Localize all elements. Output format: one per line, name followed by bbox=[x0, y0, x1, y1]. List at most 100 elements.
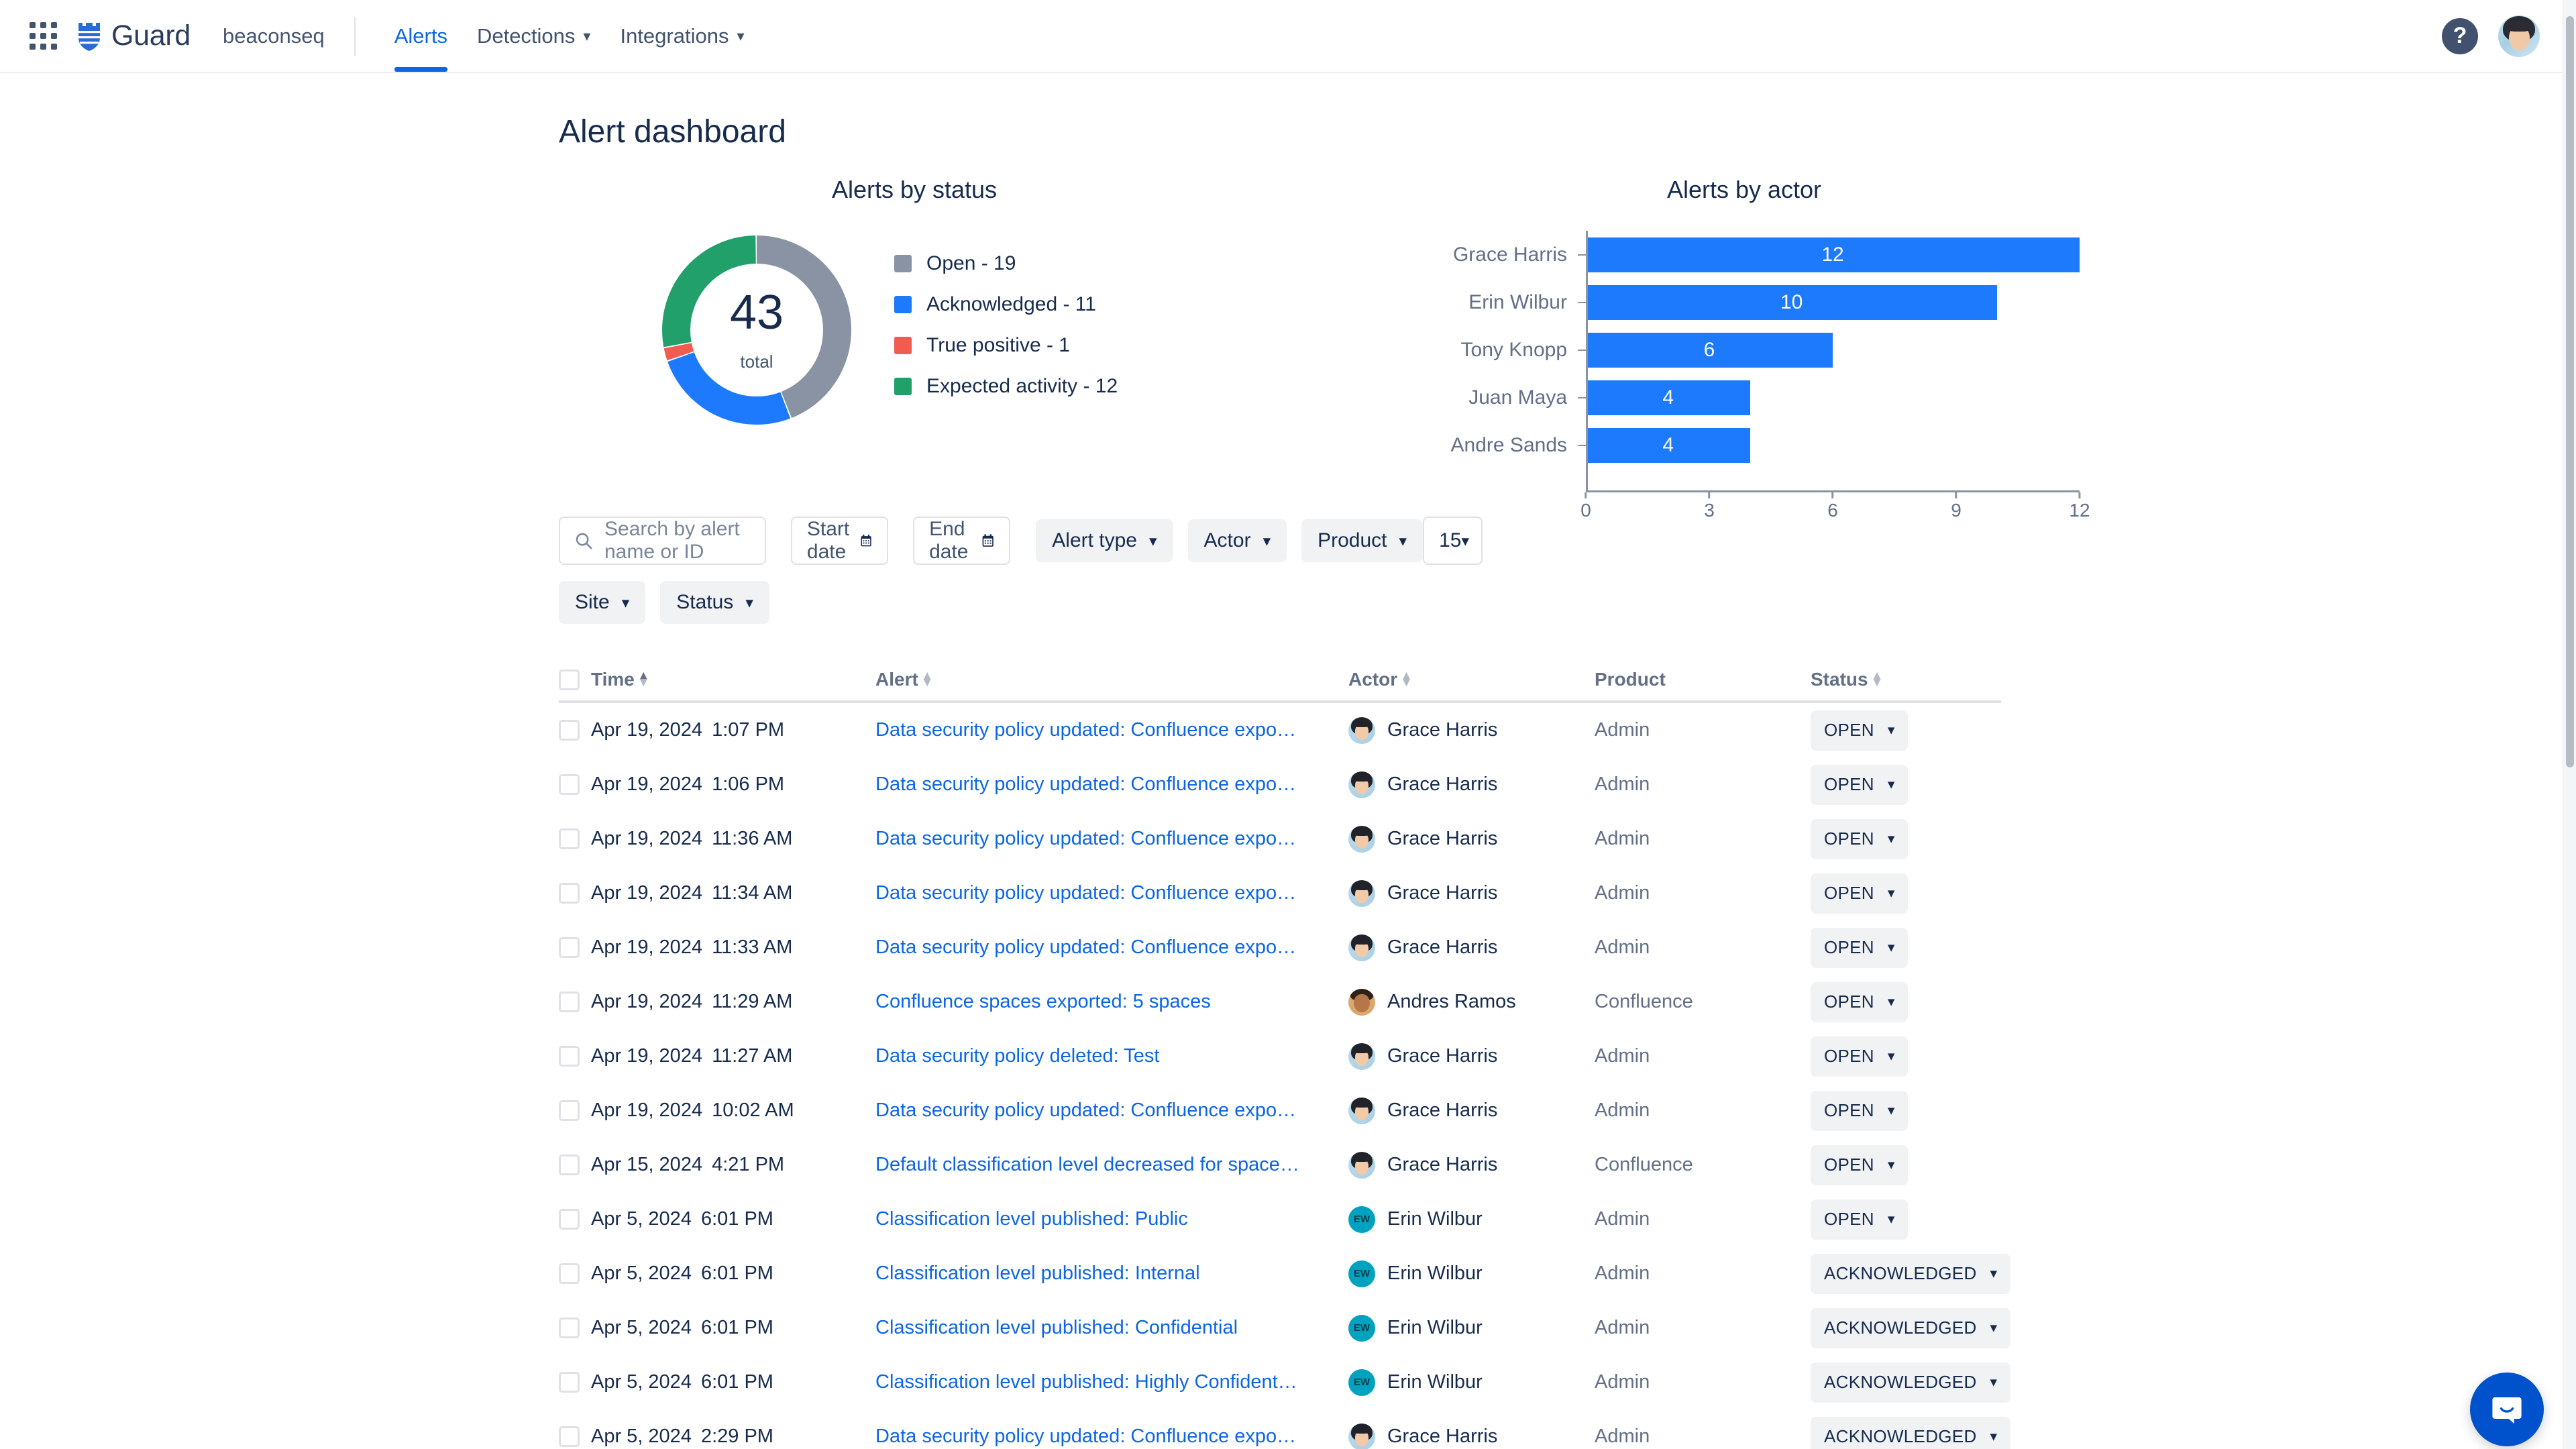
row-checkbox[interactable] bbox=[559, 991, 580, 1012]
start-date-placeholder: Start date bbox=[806, 518, 850, 563]
table-row[interactable]: Apr 5, 2024 6:01 PM Classification level p… bbox=[559, 1246, 2011, 1301]
status-badge[interactable]: OPEN ▾ bbox=[1811, 981, 1909, 1022]
alert-name-link[interactable]: Data security policy updated: Confluence… bbox=[875, 882, 1311, 904]
column-header-status[interactable]: Status ▲ ▼ bbox=[1811, 669, 2001, 690]
row-checkbox[interactable] bbox=[559, 720, 580, 741]
legend-item[interactable]: Open - 19 bbox=[894, 252, 1118, 275]
cell-alert: Data security policy updated: Confluence… bbox=[875, 719, 1348, 741]
cell-time: Apr 19, 2024 10:02 AM bbox=[591, 1099, 875, 1122]
status-badge[interactable]: OPEN ▾ bbox=[1811, 1090, 1909, 1131]
row-checkbox[interactable] bbox=[559, 1155, 580, 1175]
page-size-select[interactable]: 15 ▾ bbox=[1423, 517, 1483, 565]
row-checkbox[interactable] bbox=[559, 1100, 580, 1121]
cell-status: ACKNOWLEDGED ▾ bbox=[1811, 1362, 2011, 1403]
product-filter[interactable]: Product ▾ bbox=[1301, 519, 1424, 562]
table-row[interactable]: Apr 19, 2024 10:02 AM Data security policy… bbox=[559, 1083, 2001, 1138]
table-row[interactable]: Apr 19, 2024 1:07 PM Data security policy … bbox=[559, 703, 2001, 757]
row-checkbox[interactable] bbox=[559, 1318, 580, 1338]
actor-name: Erin Wilbur bbox=[1387, 1371, 1483, 1393]
alert-name-link[interactable]: Confluence spaces exported: 5 spaces bbox=[875, 991, 1311, 1013]
alert-name-link[interactable]: Classification level published: Confiden… bbox=[875, 1317, 1311, 1339]
alert-name-link[interactable]: Data security policy updated: Confluence… bbox=[875, 773, 1311, 796]
row-checkbox[interactable] bbox=[559, 828, 580, 849]
status-badge[interactable]: OPEN ▾ bbox=[1811, 1036, 1909, 1077]
start-date-input[interactable]: Start date bbox=[790, 517, 889, 565]
status-badge[interactable]: ACKNOWLEDGED ▾ bbox=[1811, 1416, 2011, 1449]
row-checkbox[interactable] bbox=[559, 937, 580, 958]
row-checkbox[interactable] bbox=[559, 1209, 580, 1230]
bar-fill[interactable]: 10 bbox=[1586, 284, 1998, 320]
status-badge[interactable]: ACKNOWLEDGED ▾ bbox=[1811, 1362, 2011, 1403]
select-all-checkbox[interactable] bbox=[559, 669, 580, 690]
table-row[interactable]: Apr 15, 2024 4:21 PM Default classificatio… bbox=[559, 1138, 2001, 1192]
status-badge[interactable]: OPEN ▾ bbox=[1811, 764, 1909, 805]
actor-filter[interactable]: Actor ▾ bbox=[1187, 519, 1287, 562]
table-row[interactable]: Apr 19, 2024 11:34 AM Data security policy… bbox=[559, 866, 2001, 920]
status-badge[interactable]: ACKNOWLEDGED ▾ bbox=[1811, 1307, 2011, 1348]
nav-item-integrations[interactable]: Integrations ▾ bbox=[605, 0, 759, 72]
site-filter[interactable]: Site ▾ bbox=[559, 581, 646, 624]
end-date-input[interactable]: End date bbox=[913, 517, 1011, 565]
table-row[interactable]: Apr 5, 2024 6:01 PM Classification level p… bbox=[559, 1355, 2011, 1409]
user-avatar[interactable] bbox=[2498, 15, 2540, 57]
row-checkbox[interactable] bbox=[559, 774, 580, 795]
alert-name-link[interactable]: Classification level published: Highly C… bbox=[875, 1371, 1311, 1393]
cell-alert: Default classification level decreased f… bbox=[875, 1154, 1348, 1176]
bar-fill[interactable]: 6 bbox=[1586, 332, 1833, 368]
status-badge[interactable]: OPEN ▾ bbox=[1811, 873, 1909, 914]
nav-item-alerts[interactable]: Alerts bbox=[380, 0, 462, 72]
legend-item[interactable]: True positive - 1 bbox=[894, 334, 1118, 357]
alert-name-link[interactable]: Data security policy updated: Confluence… bbox=[875, 828, 1311, 850]
brand-logo-link[interactable]: Guard bbox=[75, 19, 191, 52]
alert-name-link[interactable]: Classification level published: Public bbox=[875, 1208, 1311, 1230]
status-badge[interactable]: OPEN ▾ bbox=[1811, 1144, 1909, 1185]
alert-name-link[interactable]: Data security policy updated: Confluence… bbox=[875, 1426, 1311, 1448]
column-header-time[interactable]: Time ▲ ▼ bbox=[591, 669, 875, 690]
page-scrollbar-thumb[interactable] bbox=[2566, 16, 2574, 767]
chat-bubble-button[interactable] bbox=[2470, 1373, 2544, 1446]
status-badge[interactable]: ACKNOWLEDGED ▾ bbox=[1811, 1253, 2011, 1294]
search-input[interactable]: Search by alert name or ID bbox=[559, 517, 766, 565]
legend-item[interactable]: Expected activity - 12 bbox=[894, 375, 1118, 398]
row-checkbox[interactable] bbox=[559, 1426, 580, 1447]
table-row[interactable]: Apr 5, 2024 2:29 PM Data security policy u… bbox=[559, 1409, 2011, 1449]
bar-fill[interactable]: 12 bbox=[1586, 237, 2080, 272]
row-checkbox[interactable] bbox=[559, 1046, 580, 1067]
bar-fill[interactable]: 4 bbox=[1586, 427, 1751, 463]
table-row[interactable]: Apr 19, 2024 11:33 AM Data security policy… bbox=[559, 920, 2001, 975]
page-scrollbar[interactable] bbox=[2563, 0, 2576, 1449]
alert-name-link[interactable]: Data security policy updated: Confluence… bbox=[875, 719, 1311, 741]
site-name-link[interactable]: beaconseq bbox=[223, 24, 325, 48]
help-icon[interactable]: ? bbox=[2442, 17, 2478, 54]
alert-name-link[interactable]: Classification level published: Internal bbox=[875, 1263, 1311, 1285]
alert-name-link[interactable]: Data security policy updated: Confluence… bbox=[875, 936, 1311, 959]
status-filter[interactable]: Status ▾ bbox=[660, 581, 769, 624]
table-row[interactable]: Apr 5, 2024 6:01 PM Classification level p… bbox=[559, 1301, 2011, 1355]
app-switcher-button[interactable] bbox=[19, 12, 67, 60]
table-row[interactable]: Apr 19, 2024 11:36 AM Data security policy… bbox=[559, 812, 2001, 866]
column-header-actor[interactable]: Actor ▲ ▼ bbox=[1348, 669, 1595, 690]
row-checkbox[interactable] bbox=[559, 1263, 580, 1284]
bar-category-label: Andre Sands bbox=[1450, 433, 1567, 456]
bar-fill[interactable]: 4 bbox=[1586, 380, 1751, 415]
nav-item-detections[interactable]: Detections ▾ bbox=[462, 0, 606, 72]
row-checkbox[interactable] bbox=[559, 1372, 580, 1393]
status-badge[interactable]: OPEN ▾ bbox=[1811, 710, 1909, 751]
table-row[interactable]: Apr 5, 2024 6:01 PM Classification level p… bbox=[559, 1192, 2001, 1246]
table-row[interactable]: Apr 19, 2024 11:29 AM Confluence spaces ex… bbox=[559, 975, 2001, 1029]
row-checkbox[interactable] bbox=[559, 883, 580, 904]
alert-name-link[interactable]: Default classification level decreased f… bbox=[875, 1154, 1311, 1176]
product-name: Admin bbox=[1595, 1317, 1650, 1338]
alert-name-link[interactable]: Data security policy updated: Confluence… bbox=[875, 1099, 1311, 1122]
status-badge[interactable]: OPEN ▾ bbox=[1811, 1199, 1909, 1240]
legend-item[interactable]: Acknowledged - 11 bbox=[894, 293, 1118, 316]
table-row[interactable]: Apr 19, 2024 11:27 AM Data security policy… bbox=[559, 1029, 2001, 1083]
status-badge[interactable]: OPEN ▾ bbox=[1811, 927, 1909, 968]
alert-name-link[interactable]: Data security policy deleted: Test bbox=[875, 1045, 1311, 1067]
cell-status: OPEN ▾ bbox=[1811, 764, 2001, 805]
status-badge[interactable]: OPEN ▾ bbox=[1811, 818, 1909, 859]
alert-type-filter[interactable]: Alert type ▾ bbox=[1036, 519, 1173, 562]
column-header-alert[interactable]: Alert ▲ ▼ bbox=[875, 669, 1348, 690]
status-badge-label: OPEN bbox=[1824, 1100, 1874, 1120]
table-row[interactable]: Apr 19, 2024 1:06 PM Data security policy … bbox=[559, 757, 2001, 812]
